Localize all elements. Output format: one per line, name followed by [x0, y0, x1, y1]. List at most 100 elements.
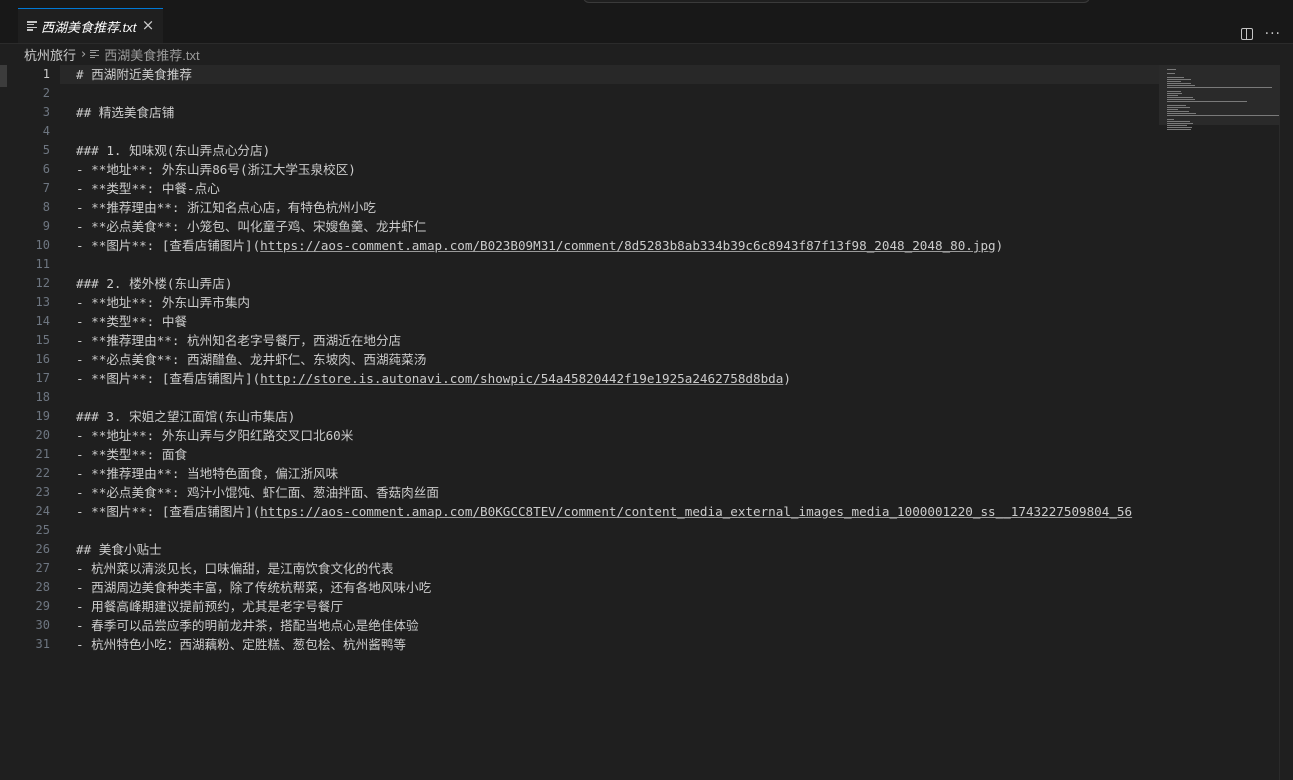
line-number: 27 [35, 561, 50, 575]
text-editor[interactable]: 1 2 3 4 5 6 7 8 9 10 11 12 13 14 15 16 17 18 19 20 21 22 23 24 2… [0, 65, 1293, 780]
code-line[interactable]: - **必点美食**: 小笼包、叫化童子鸡、宋嫂鱼羹、龙井虾仁 [76, 217, 1159, 236]
line-number: 18 [35, 390, 50, 404]
minimap-line [1167, 127, 1193, 128]
line-number: 28 [35, 580, 50, 594]
code-line[interactable]: - 用餐高峰期建议提前预约，尤其是老字号餐厅 [76, 597, 1159, 616]
code-line[interactable]: - **推荐理由**: 当地特色面食，偏江浙风味 [76, 464, 1159, 483]
code-line[interactable]: - **图片**: [查看店铺图片](http://store.is.auton… [76, 369, 1159, 388]
line-number: 24 [35, 504, 50, 518]
code-line[interactable]: - **类型**: 面食 [76, 445, 1159, 464]
minimap-line [1167, 121, 1191, 122]
chevron-right-icon: › [81, 46, 87, 62]
minimap-line [1167, 95, 1178, 96]
minimap-line [1167, 81, 1181, 82]
line-number: 31 [35, 637, 50, 651]
line-number: 25 [35, 523, 50, 537]
minimap-line [1167, 111, 1189, 112]
code-line[interactable]: - **地址**: 外东山弄与夕阳红路交叉口北60米 [76, 426, 1159, 445]
minimap-line [1167, 69, 1176, 70]
editor-actions: ··· [1240, 16, 1281, 51]
code-line[interactable] [76, 255, 1159, 274]
code-line[interactable]: ### 3. 宋姐之望江面馆(东山市集店) [76, 407, 1159, 426]
line-number: 4 [42, 124, 50, 138]
code-line[interactable]: - **类型**: 中餐-点心 [76, 179, 1159, 198]
code-line[interactable]: ### 1. 知味观(东山弄点心分店) [76, 141, 1159, 160]
minimap-line [1167, 109, 1178, 110]
minimap-line [1167, 119, 1175, 120]
line-number-gutter: 1 2 3 4 5 6 7 8 9 10 11 12 13 14 15 16 17 18 19 20 21 22 23 24 2… [0, 65, 50, 654]
line-number: 16 [35, 352, 50, 366]
editor-window: 西湖美食推荐.txt × ··· 杭州旅行 › 西湖美食推荐.txt 12345… [0, 0, 1293, 780]
line-number: 2 [42, 86, 50, 100]
line-number: 13 [35, 295, 50, 309]
breadcrumb: 杭州旅行 › 西湖美食推荐.txt [24, 44, 200, 64]
code-line[interactable]: - **类型**: 中餐 [76, 312, 1159, 331]
minimap-line [1167, 125, 1187, 126]
minimap-line [1167, 101, 1248, 102]
code-line[interactable]: ## 美食小贴士 [76, 540, 1159, 559]
code-line[interactable]: ### 2. 楼外楼(东山弄店) [76, 274, 1159, 293]
text-file-icon [27, 21, 37, 31]
line-number: 5 [42, 143, 50, 157]
tab-bar: 西湖美食推荐.txt × ··· [0, 8, 1293, 44]
title-strip [0, 0, 1293, 8]
line-number: 20 [35, 428, 50, 442]
line-number: 12 [35, 276, 50, 290]
code-line[interactable]: - 杭州特色小吃：西湖藕粉、定胜糕、葱包桧、杭州酱鸭等 [76, 635, 1159, 654]
minimap-line [1167, 115, 1279, 116]
split-editor-icon[interactable] [1240, 27, 1253, 40]
code-line[interactable]: - 杭州菜以清淡见长，口味偏甜，是江南饮食文化的代表 [76, 559, 1159, 578]
line-number: 1 [42, 67, 50, 81]
code-line[interactable]: - **必点美食**: 鸡汁小馄饨、虾仁面、葱油拌面、香菇肉丝面 [76, 483, 1159, 502]
line-number: 26 [35, 542, 50, 556]
minimap-line [1167, 99, 1195, 100]
tab-active-file[interactable]: 西湖美食推荐.txt × [18, 8, 163, 43]
vertical-scrollbar[interactable] [1279, 65, 1293, 780]
minimap-line [1167, 83, 1192, 84]
close-icon[interactable]: × [140, 17, 156, 33]
code-line[interactable] [76, 388, 1159, 407]
line-number: 8 [42, 200, 50, 214]
line-number: 7 [42, 181, 50, 195]
url-link[interactable]: http://store.is.autonavi.com/showpic/54a… [260, 371, 783, 386]
breadcrumb-folder[interactable]: 杭州旅行 [24, 45, 76, 64]
code-line[interactable]: - 西湖周边美食种类丰富，除了传统杭帮菜，还有各地风味小吃 [76, 578, 1159, 597]
url-link[interactable]: https://aos-comment.amap.com/B0KGCC8TEV/… [260, 504, 1132, 519]
code-line[interactable]: - 春季可以品尝应季的明前龙井茶，搭配当地点心是绝佳体验 [76, 616, 1159, 635]
more-actions-icon[interactable]: ··· [1265, 27, 1281, 41]
code-line[interactable]: - **地址**: 外东山弄市集内 [76, 293, 1159, 312]
code-line[interactable] [76, 122, 1159, 141]
code-area[interactable]: # 西湖附近美食推荐 ## 精选美食店铺 ### 1. 知味观(东山弄点心分店) - … [76, 65, 1159, 654]
line-number: 15 [35, 333, 50, 347]
minimap-line [1167, 85, 1195, 86]
code-line[interactable]: - **图片**: [查看店铺图片](https://aos-comment.a… [76, 236, 1159, 255]
code-line[interactable] [76, 84, 1159, 103]
line-number: 17 [35, 371, 50, 385]
code-line[interactable]: - **推荐理由**: 浙江知名点心店，有特色杭州小吃 [76, 198, 1159, 217]
minimap-line [1167, 93, 1183, 94]
url-link[interactable]: https://aos-comment.amap.com/B023B09M31/… [260, 238, 995, 253]
minimap-line [1167, 73, 1176, 74]
minimap[interactable] [1159, 65, 1279, 780]
code-line[interactable]: - **地址**: 外东山弄86号(浙江大学玉泉校区) [76, 160, 1159, 179]
minimap-line [1167, 105, 1186, 106]
minimap-line [1167, 107, 1191, 108]
line-number: 14 [35, 314, 50, 328]
minimap-line [1167, 87, 1273, 88]
command-center[interactable] [583, 0, 1090, 3]
text-file-icon [90, 49, 100, 59]
minimap-line [1167, 77, 1185, 78]
code-line[interactable] [76, 521, 1159, 540]
line-number: 30 [35, 618, 50, 632]
line-number: 22 [35, 466, 50, 480]
code-line[interactable]: - **必点美食**: 西湖醋鱼、龙井虾仁、东坡肉、西湖莼菜汤 [76, 350, 1159, 369]
code-line[interactable]: - **推荐理由**: 杭州知名老字号餐厅，西湖近在地分店 [76, 331, 1159, 350]
code-line[interactable]: # 西湖附近美食推荐 [76, 65, 1159, 84]
code-line[interactable]: - **图片**: [查看店铺图片](https://aos-comment.a… [76, 502, 1159, 521]
breadcrumb-file[interactable]: 西湖美食推荐.txt [104, 45, 199, 64]
minimap-line [1167, 123, 1194, 124]
line-number: 21 [35, 447, 50, 461]
code-line[interactable]: ## 精选美食店铺 [76, 103, 1159, 122]
minimap-line [1167, 91, 1182, 92]
line-number: 29 [35, 599, 50, 613]
